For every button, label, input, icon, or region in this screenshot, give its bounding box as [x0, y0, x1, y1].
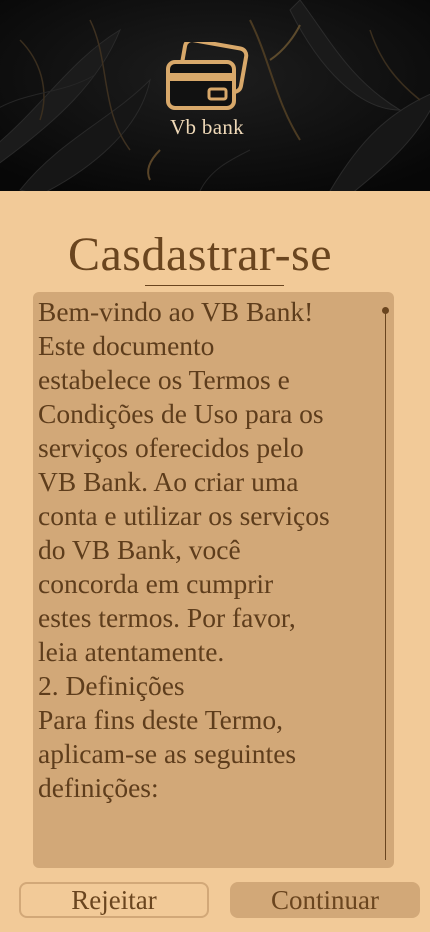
page-title: Casdastrar-se	[67, 228, 333, 281]
title-underline	[145, 285, 284, 286]
terms-line: VB Bank. Ao criar uma	[38, 466, 299, 497]
terms-line: aplicam-se as seguintes	[38, 738, 297, 769]
terms-line: conta e utilizar os serviços	[38, 500, 330, 531]
continue-button[interactable]: Continuar	[230, 882, 420, 918]
terms-line: leia atentamente.	[38, 636, 225, 667]
terms-line: serviços oferecidos pelo	[38, 432, 304, 463]
terms-line: Este documento	[38, 330, 215, 361]
terms-line: definições:	[38, 772, 159, 803]
reject-button[interactable]: Rejeitar	[19, 882, 209, 918]
terms-line: Para fins deste Termo,	[38, 704, 284, 735]
terms-line: Bem-vindo ao VB Bank!	[38, 296, 314, 327]
terms-line: 2. Definições	[38, 670, 185, 701]
scrollbar-thumb[interactable]	[382, 307, 389, 314]
header-banner: Vb bank	[0, 0, 430, 191]
terms-scroll-panel[interactable]: Bem-vindo ao VB Bank! Este documento est…	[33, 292, 394, 868]
terms-line: Condições de Uso para os	[38, 398, 324, 429]
brand-name: Vb bank	[170, 115, 244, 139]
terms-text: Bem-vindo ao VB Bank! Este documento est…	[38, 295, 398, 805]
credit-cards-icon	[166, 42, 249, 110]
terms-line: estabelece os Termos e	[38, 364, 290, 395]
scrollbar-track[interactable]	[385, 310, 386, 860]
terms-line: concorda em cumprir	[38, 568, 274, 599]
brand-logo: Vb bank	[150, 42, 280, 152]
terms-line: estes termos. Por favor,	[38, 602, 296, 633]
terms-line: do VB Bank, você	[38, 534, 241, 565]
